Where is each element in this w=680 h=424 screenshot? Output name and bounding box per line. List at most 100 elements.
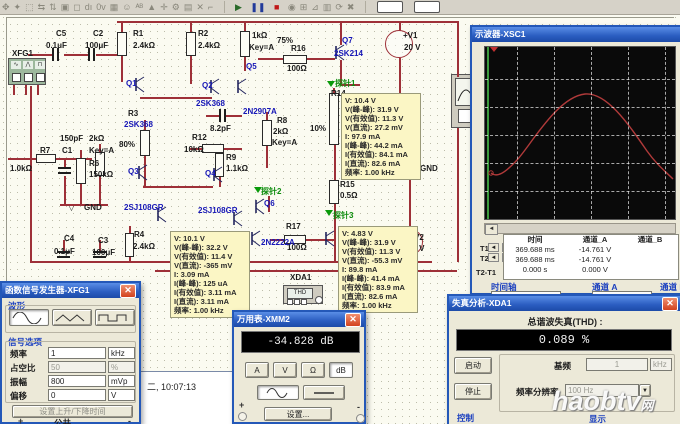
square-icon [98,312,132,324]
waveform-trace [485,47,676,220]
xfg-unit-field[interactable]: kHz [108,347,135,359]
t1-left-arrow[interactable]: ◄ [488,243,499,252]
resistor-body[interactable] [262,120,272,146]
function-generator-window[interactable]: 函数信号发生器-XFG1 ✕ 波形 信号选项 频率1kHz占空比50%振幅800… [0,281,141,424]
start-button[interactable]: 启动 [454,357,492,374]
probe-arrow-icon[interactable] [325,210,333,216]
component-label: 100μF [85,41,108,50]
toolbar-icon[interactable]: ✖ [347,0,355,14]
toolbar-icon[interactable]: ▣ [61,0,70,14]
xfg-unit-field[interactable]: % [108,361,135,373]
xmm-titlebar[interactable]: 万用表-XMM2 ✕ [234,312,364,327]
function-generator-icon[interactable]: ∿ ⋀ ⊓ [8,58,46,85]
toolbar-icon[interactable]: dı [85,0,93,14]
resistor-body[interactable] [76,158,86,184]
toolbar-icon[interactable]: ◉ [288,0,296,14]
close-icon[interactable]: ✕ [662,297,678,311]
toolbar-icon[interactable]: ⊞ [300,0,308,14]
minus-terminal[interactable] [356,414,365,423]
toolbar-icon[interactable]: ✦ [14,0,22,14]
component-label: 8.2pF [210,124,231,133]
pause-button[interactable]: ❚❚ [250,0,265,14]
component-label: Q5 [246,62,257,71]
application-window: ✥✦⬚⇆⇅▣◻dı0v▦☺ᴬᴮ▲✛⚙▤✕⌐ ▶ ❚❚ ■ ◉⊞⊿▥⟳✖ ∿ ⋀ … [0,0,680,424]
ac-mode-button[interactable] [257,385,299,400]
close-icon[interactable]: ✕ [345,313,361,327]
minus-terminal-label: - [128,416,131,424]
toolbar-icon[interactable]: ⇅ [49,0,57,14]
xfg-titlebar[interactable]: 函数信号发生器-XFG1 ✕ [2,283,139,298]
transistor-symbol[interactable] [232,78,248,100]
component-label: Q6 [264,199,275,208]
toolbar-icon[interactable]: ⌐ [208,0,213,14]
pause-switch[interactable] [414,1,440,13]
resistor-body[interactable] [36,154,56,163]
toolbar-icon[interactable]: 0v [96,0,106,14]
resistor-body[interactable] [186,32,196,56]
toolbar-icon[interactable]: ▥ [323,0,332,14]
stop-button[interactable]: ■ [274,0,279,14]
toolbar-icon[interactable]: ☺ [122,0,131,14]
multimeter-mode-ω[interactable]: Ω [301,362,325,378]
toolbar-icon[interactable]: ⬚ [25,0,34,14]
run-button[interactable]: ▶ [235,0,242,14]
scope-scrollbar[interactable]: ◄ [484,223,676,234]
xfg-row-label: 振幅 [10,376,27,388]
xfg-unit-field[interactable]: mVp [108,375,135,387]
multimeter-window[interactable]: 万用表-XMM2 ✕ -34.828 dB AVΩdB 设置... + - [232,310,366,424]
toolbar-icon[interactable]: ⇆ [38,0,46,14]
square-wave-button[interactable] [95,309,135,326]
multimeter-mode-a[interactable]: A [245,362,269,378]
toolbar-icon[interactable]: ✕ [196,0,204,14]
toolbar-icon[interactable]: ᴬᴮ [135,0,143,14]
resistor-body[interactable] [140,130,150,156]
fundamental-field[interactable]: 1 [586,358,648,371]
resistor-body[interactable] [117,32,127,56]
resistor-body[interactable] [202,144,224,153]
toolbar-icon[interactable]: ⟳ [335,0,343,14]
xfg-value-field[interactable]: 50 [48,361,106,373]
run-switch[interactable] [377,1,403,13]
component-label: R4 [134,230,144,239]
transistor-symbol[interactable] [320,230,336,252]
oscilloscope-window[interactable]: 示波器-XSC1 ◄ T1 T2 T2-T1 ◄ ► ◄ ► 时间通道_A通道_… [470,25,680,295]
plus-terminal[interactable] [238,412,247,421]
xfg-unit-field[interactable]: V [108,389,135,401]
toolbar-icon[interactable]: ◻ [73,0,80,14]
resistor-body[interactable] [329,180,339,204]
toolbar-icon[interactable]: ⊿ [311,0,319,14]
toolbar-icon[interactable]: ✥ [2,0,10,14]
toolbar-icon[interactable]: ✛ [160,0,168,14]
toolbar-icon[interactable]: ⚙ [172,0,180,14]
toolbar-icon[interactable]: ▤ [184,0,193,14]
toolbar-icon[interactable]: ▦ [110,0,119,14]
resistor-body[interactable] [329,93,339,145]
dc-mode-button[interactable] [303,385,345,400]
component-label: 探针3 [333,211,353,220]
multimeter-mode-db[interactable]: dB [329,362,353,378]
settings-button[interactable]: 设置... [264,407,332,421]
wire [457,21,459,77]
multimeter-mode-v[interactable]: V [273,362,297,378]
resistor-body[interactable] [283,55,307,64]
scroll-left-icon[interactable]: ◄ [485,224,498,235]
xfg-value-field[interactable]: 800 [48,375,106,387]
xfg-value-field[interactable]: 1 [48,347,106,359]
component-label: R8 [277,116,287,125]
t2-left-arrow[interactable]: ◄ [488,253,499,262]
dc-line-icon [312,388,336,398]
probe-readout-line: I(直流): 82.6 mA [345,159,417,168]
component-label: 2N2222A [261,238,295,247]
distortion-analyzer-icon[interactable]: THD [283,285,323,304]
xfg-value-field[interactable]: 0 [48,389,106,401]
close-icon[interactable]: ✕ [120,284,136,298]
xda-titlebar[interactable]: 失真分析-XDA1 ✕ [449,296,680,311]
sine-wave-button[interactable] [9,309,49,326]
toolbar-icon[interactable]: ▲ [147,0,156,14]
probe-arrow-icon[interactable] [327,81,335,87]
scope-titlebar[interactable]: 示波器-XSC1 [472,27,680,42]
stop-button[interactable]: 停止 [454,383,492,400]
triangle-wave-button[interactable] [52,309,92,326]
xda-title: 失真分析-XDA1 [452,296,512,311]
rise-fall-time-button[interactable]: 设置上升/下降时间 [12,405,133,418]
